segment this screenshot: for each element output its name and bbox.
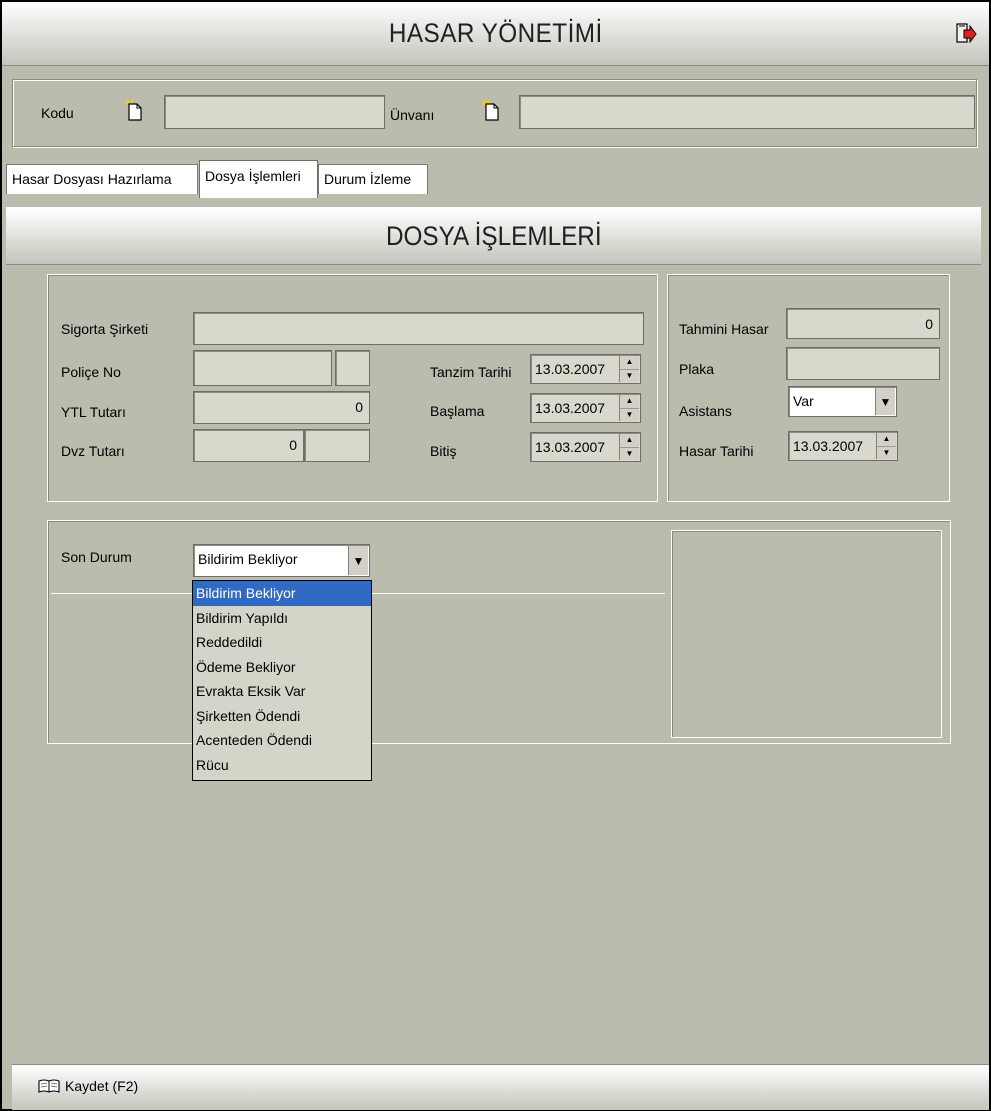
new-document-icon[interactable] bbox=[125, 100, 145, 122]
plaka-label: Plaka bbox=[679, 361, 715, 377]
bitis-label: Bitiş bbox=[430, 443, 457, 459]
header-panel: Kodu Ünvanı bbox=[12, 79, 977, 147]
save-label: Kaydet (F2) bbox=[65, 1078, 139, 1094]
police-no-suffix-field[interactable] bbox=[335, 350, 370, 386]
dvz-currency-field[interactable] bbox=[304, 429, 370, 462]
sigorta-sirketi-label: Sigorta Şirketi bbox=[61, 321, 149, 337]
title-bar: HASAR YÖNETİMİ bbox=[2, 2, 989, 66]
bitis-value: 13.03.2007 bbox=[535, 439, 606, 455]
exit-icon[interactable] bbox=[955, 22, 977, 46]
dvz-tutari-field[interactable]: 0 bbox=[193, 429, 304, 462]
asistans-label: Asistans bbox=[679, 403, 732, 419]
sigorta-sirketi-field[interactable] bbox=[193, 312, 644, 345]
tanzim-tarihi-value: 13.03.2007 bbox=[535, 361, 606, 377]
save-button[interactable]: Kaydet (F2) bbox=[38, 1078, 138, 1094]
police-no-field[interactable] bbox=[193, 350, 332, 386]
dvz-tutari-label: Dvz Tutarı bbox=[61, 443, 125, 459]
spin-buttons[interactable]: ▲ ▼ bbox=[619, 434, 639, 460]
police-no-label: Poliçe No bbox=[61, 364, 121, 380]
spin-down-icon[interactable]: ▼ bbox=[620, 409, 639, 422]
spin-down-icon[interactable]: ▼ bbox=[620, 448, 639, 461]
plaka-field[interactable] bbox=[786, 347, 940, 380]
spin-up-icon[interactable]: ▲ bbox=[620, 356, 639, 370]
tahmini-hasar-field[interactable]: 0 bbox=[786, 308, 940, 339]
new-document-icon[interactable] bbox=[482, 100, 502, 122]
hasar-tarihi-label: Hasar Tarihi bbox=[679, 443, 754, 459]
son-durum-value: Bildirim Bekliyor bbox=[198, 551, 298, 567]
section-title: DOSYA İŞLEMLERİ bbox=[385, 220, 602, 251]
son-durum-label: Son Durum bbox=[61, 549, 132, 565]
dropdown-option[interactable]: Rücu bbox=[193, 753, 371, 778]
notes-panel bbox=[671, 530, 942, 738]
spin-down-icon[interactable]: ▼ bbox=[620, 370, 639, 383]
ytl-tutari-field[interactable]: 0 bbox=[193, 391, 370, 424]
dropdown-option[interactable]: Şirketten Ödendi bbox=[193, 704, 371, 729]
damage-group: Tahmini Hasar 0 Plaka Asistans Var ▼ Has… bbox=[667, 274, 950, 502]
tab-dosya-islemleri[interactable]: Dosya İşlemleri bbox=[199, 160, 318, 198]
son-durum-dropdown-list[interactable]: Bildirim Bekliyor Bildirim Yapıldı Redde… bbox=[192, 580, 372, 781]
hasar-tarihi-value: 13.03.2007 bbox=[793, 438, 864, 454]
baslama-value: 13.03.2007 bbox=[535, 400, 606, 416]
dropdown-option[interactable]: Bildirim Bekliyor bbox=[193, 581, 371, 606]
hasar-tarihi-picker[interactable]: 13.03.2007 ▲ ▼ bbox=[788, 431, 898, 461]
tanzim-tarihi-picker[interactable]: 13.03.2007 ▲ ▼ bbox=[530, 354, 641, 384]
window-title: HASAR YÖNETİMİ bbox=[388, 18, 603, 48]
policy-group: Sigorta Şirketi Poliçe No YTL Tutarı 0 D… bbox=[47, 274, 658, 502]
tab-durum-izleme[interactable]: Durum İzleme bbox=[318, 164, 428, 194]
dropdown-option[interactable]: Bildirim Yapıldı bbox=[193, 606, 371, 631]
asistans-value: Var bbox=[793, 393, 814, 409]
spin-buttons[interactable]: ▲ ▼ bbox=[619, 395, 639, 421]
spin-up-icon[interactable]: ▲ bbox=[877, 433, 896, 447]
book-icon bbox=[38, 1079, 60, 1093]
bitis-picker[interactable]: 13.03.2007 ▲ ▼ bbox=[530, 432, 641, 462]
chevron-down-icon[interactable]: ▼ bbox=[348, 546, 368, 575]
tanzim-tarihi-label: Tanzim Tarihi bbox=[430, 364, 512, 380]
spin-up-icon[interactable]: ▲ bbox=[620, 434, 639, 448]
spin-up-icon[interactable]: ▲ bbox=[620, 395, 639, 409]
ytl-tutari-label: YTL Tutarı bbox=[61, 404, 126, 420]
kodu-label: Kodu bbox=[41, 105, 74, 121]
dropdown-option[interactable]: Acenteden Ödendi bbox=[193, 728, 371, 753]
unvani-label: Ünvanı bbox=[390, 107, 435, 123]
baslama-label: Başlama bbox=[430, 403, 485, 419]
tab-hasar-dosyasi-hazirlama[interactable]: Hasar Dosyası Hazırlama bbox=[6, 164, 198, 194]
app-window: HASAR YÖNETİMİ Kodu Ünvanı Hasar Dosyası… bbox=[0, 0, 991, 1111]
bottom-toolbar: Kaydet (F2) bbox=[12, 1064, 989, 1110]
asistans-select[interactable]: Var ▼ bbox=[788, 386, 897, 417]
baslama-picker[interactable]: 13.03.2007 ▲ ▼ bbox=[530, 393, 641, 423]
chevron-down-icon[interactable]: ▼ bbox=[875, 388, 895, 415]
dropdown-option[interactable]: Ödeme Bekliyor bbox=[193, 655, 371, 680]
kodu-field[interactable] bbox=[164, 95, 385, 129]
spin-down-icon[interactable]: ▼ bbox=[877, 447, 896, 460]
section-header: DOSYA İŞLEMLERİ bbox=[6, 207, 981, 265]
spin-buttons[interactable]: ▲ ▼ bbox=[619, 356, 639, 382]
son-durum-select[interactable]: Bildirim Bekliyor ▼ bbox=[193, 544, 370, 577]
tahmini-hasar-label: Tahmini Hasar bbox=[679, 321, 769, 337]
dropdown-option[interactable]: Reddedildi bbox=[193, 630, 371, 655]
dropdown-option[interactable]: Evrakta Eksik Var bbox=[193, 679, 371, 704]
spin-buttons[interactable]: ▲ ▼ bbox=[876, 433, 896, 459]
unvani-field[interactable] bbox=[519, 95, 975, 129]
